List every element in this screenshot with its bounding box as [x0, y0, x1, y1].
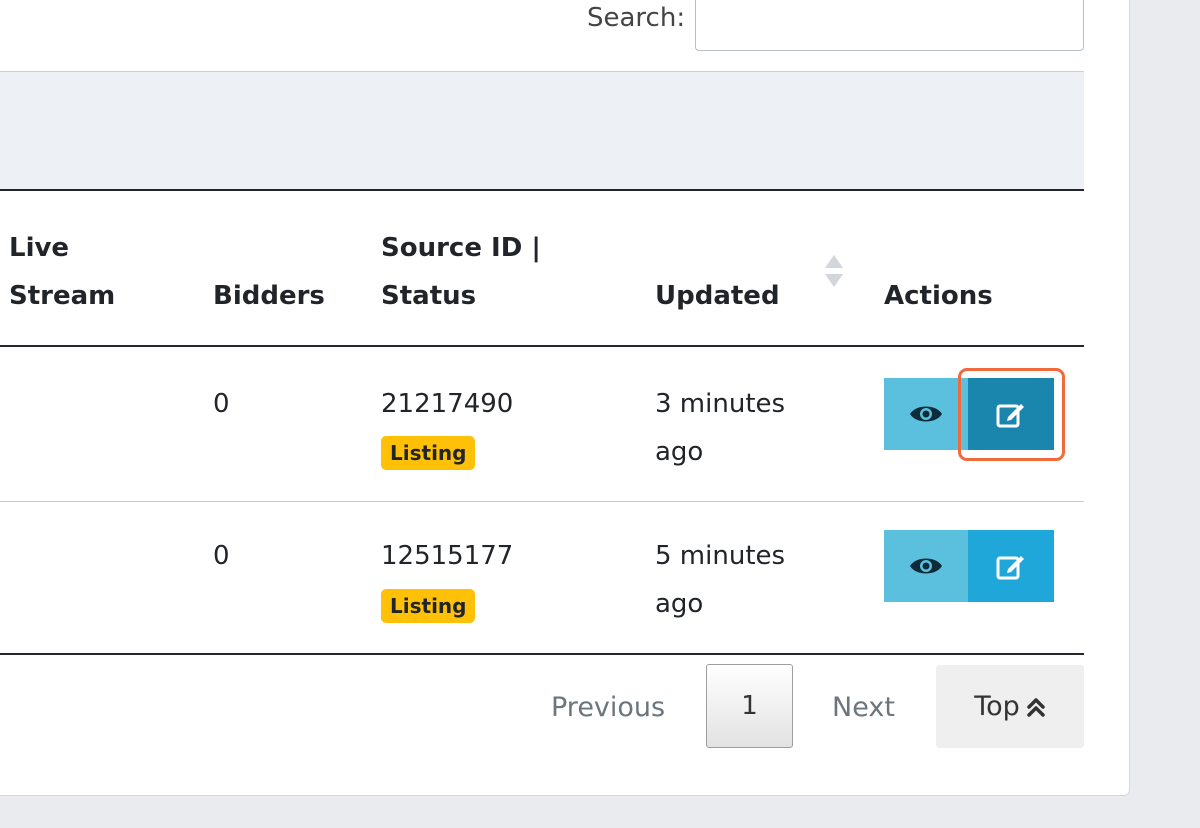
edit-button[interactable]: [968, 378, 1054, 450]
sort-icon[interactable]: [823, 254, 845, 288]
updated-line: 5 minutes: [655, 541, 786, 571]
header-line: Status: [381, 281, 477, 311]
column-header-updated[interactable]: Updated: [655, 272, 780, 320]
eye-icon: [910, 406, 942, 422]
header-line: Source ID |: [381, 233, 541, 263]
cell-source-id: 21217490: [381, 389, 514, 419]
edit-icon: [996, 404, 1024, 428]
updated-line: ago: [655, 589, 704, 619]
double-chevron-up-icon: [1027, 697, 1045, 717]
cell-bidders: 0: [213, 541, 230, 571]
pagination-next[interactable]: Next: [832, 688, 895, 728]
pagination-previous[interactable]: Previous: [551, 688, 665, 728]
status-badge: Listing: [381, 589, 476, 623]
pagination-page-1[interactable]: 1: [706, 664, 793, 748]
edit-icon: [996, 556, 1024, 580]
view-button[interactable]: [884, 378, 968, 450]
updated-line: ago: [655, 437, 704, 467]
column-header-source-status[interactable]: Source ID | Status: [381, 224, 541, 320]
column-header-bidders[interactable]: Bidders: [213, 272, 325, 320]
search-input[interactable]: [695, 0, 1084, 51]
cell-bidders: 0: [213, 389, 230, 419]
search-label: Search:: [587, 3, 686, 33]
cell-updated: 5 minutes ago: [655, 532, 785, 628]
edit-button[interactable]: [968, 530, 1054, 602]
filter-band: [0, 71, 1084, 191]
cell-updated: 3 minutes ago: [655, 380, 785, 476]
view-button[interactable]: [884, 530, 968, 602]
header-line: Stream: [9, 281, 116, 311]
eye-icon: [910, 558, 942, 574]
column-header-actions: Actions: [884, 281, 993, 311]
cell-source-id: 12515177: [381, 541, 514, 571]
table-bottom-divider: [0, 653, 1084, 655]
back-to-top-label: Top: [974, 691, 1020, 722]
row-divider: [0, 501, 1084, 502]
header-line: Live: [9, 233, 70, 263]
updated-line: 3 minutes: [655, 389, 786, 419]
status-badge: Listing: [381, 436, 476, 470]
back-to-top-button[interactable]: Top: [936, 665, 1084, 748]
column-header-live-stream[interactable]: Live Stream: [9, 224, 115, 320]
table-card: Search: Live Stream Bidders Source ID | …: [0, 0, 1130, 796]
header-divider: [0, 345, 1084, 347]
